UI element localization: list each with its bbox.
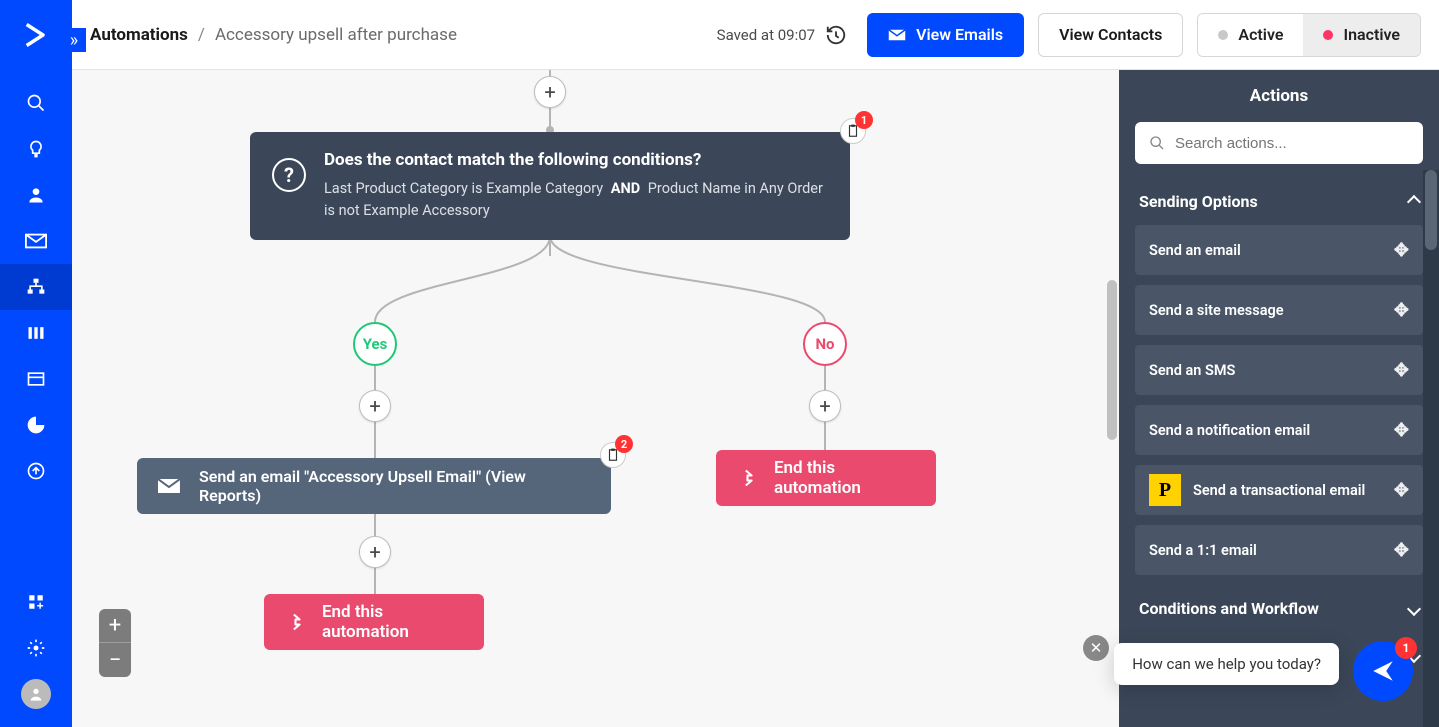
action-send-sms[interactable]: Send an SMS✥: [1135, 345, 1423, 395]
pie-icon: [26, 415, 46, 435]
actions-panel-title: Actions: [1119, 70, 1439, 122]
nav-automations[interactable]: [0, 264, 72, 310]
question-icon: ?: [272, 158, 306, 192]
envelope-icon: [25, 233, 47, 249]
move-icon: ✥: [1394, 480, 1409, 501]
nav-settings[interactable]: [0, 625, 72, 671]
breadcrumb: Automations / Accessory upsell after pur…: [90, 25, 457, 45]
canvas-scrollbar[interactable]: [1105, 70, 1119, 727]
chat-close-button[interactable]: ✕: [1083, 635, 1109, 661]
condition-title: Does the contact match the following con…: [324, 150, 826, 170]
send-email-node[interactable]: Send an email "Accessory Upsell Email" (…: [137, 458, 611, 514]
nav-upgrade[interactable]: [0, 448, 72, 494]
nav-deals[interactable]: [0, 310, 72, 356]
add-step-no[interactable]: +: [809, 390, 841, 422]
gear-icon: [26, 638, 46, 658]
left-nav: »: [0, 0, 72, 727]
condition-badge[interactable]: 1: [840, 118, 866, 144]
end-automation-node-no[interactable]: End this automation: [716, 450, 936, 506]
history-icon[interactable]: [825, 24, 847, 46]
actions-search-input[interactable]: [1175, 135, 1409, 152]
move-icon: ✥: [1394, 540, 1409, 561]
actions-panel-scrollbar[interactable]: [1423, 170, 1439, 727]
lightbulb-icon: [26, 139, 46, 159]
chat-badge: 1: [1395, 637, 1417, 659]
action-send-site-message[interactable]: Send a site message✥: [1135, 285, 1423, 335]
view-emails-button[interactable]: View Emails: [867, 13, 1024, 57]
zoom-controls: + −: [99, 609, 131, 677]
envelope-icon: [888, 28, 906, 42]
move-icon: ✥: [1394, 300, 1409, 321]
apps-icon: [27, 593, 45, 611]
no-branch[interactable]: No: [803, 322, 847, 366]
saved-status: Saved at 09:07: [717, 24, 847, 46]
action-send-one-to-one-email[interactable]: Send a 1:1 email✥: [1135, 525, 1423, 575]
actions-panel: Actions Sending Options Send an email✥ S…: [1119, 70, 1439, 727]
email-node-badge[interactable]: 2: [600, 442, 626, 468]
breadcrumb-current: Accessory upsell after purchase: [215, 25, 457, 45]
activecampaign-logo-icon: [22, 21, 50, 49]
avatar: [21, 679, 51, 709]
expand-sidebar-icon[interactable]: »: [62, 28, 86, 52]
action-send-notification-email[interactable]: Send a notification email✥: [1135, 405, 1423, 455]
end-icon: [740, 467, 760, 489]
up-arrow-circle-icon: [26, 461, 46, 481]
action-send-transactional-email[interactable]: PSend a transactional email✥: [1135, 465, 1423, 515]
yes-branch[interactable]: Yes: [353, 322, 397, 366]
chat-prompt[interactable]: How can we help you today?: [1114, 643, 1339, 685]
add-step-top[interactable]: +: [534, 76, 566, 108]
nav-search[interactable]: [0, 80, 72, 126]
person-icon: [26, 185, 46, 205]
envelope-icon: [157, 477, 181, 495]
zoom-out-button[interactable]: −: [99, 643, 131, 677]
toggle-inactive[interactable]: Inactive: [1303, 14, 1420, 56]
section-sending-options[interactable]: Sending Options: [1119, 178, 1439, 225]
move-icon: ✥: [1394, 420, 1409, 441]
nav-campaigns[interactable]: [0, 218, 72, 264]
breadcrumb-root[interactable]: Automations: [90, 25, 188, 45]
view-contacts-button[interactable]: View Contacts: [1038, 13, 1183, 57]
chat-fab[interactable]: 1: [1353, 641, 1413, 701]
nav-lists[interactable]: [0, 356, 72, 402]
zoom-in-button[interactable]: +: [99, 609, 131, 643]
end-icon: [288, 611, 308, 633]
end-automation-node-yes[interactable]: End this automation: [264, 594, 484, 650]
nav-apps[interactable]: [0, 579, 72, 625]
columns-icon: [26, 323, 46, 343]
add-step-yes[interactable]: +: [359, 390, 391, 422]
send-icon: [1370, 658, 1396, 684]
postmark-icon: P: [1149, 474, 1181, 506]
search-icon: [26, 93, 46, 113]
condition-node[interactable]: ? Does the contact match the following c…: [250, 132, 850, 240]
automation-icon: [26, 277, 46, 297]
section-conditions-workflow[interactable]: Conditions and Workflow: [1119, 585, 1439, 632]
nav-profile[interactable]: [0, 671, 72, 717]
chevron-down-icon: [1407, 601, 1421, 615]
status-toggle: Active Inactive: [1197, 13, 1421, 57]
move-icon: ✥: [1394, 360, 1409, 381]
nav-contacts[interactable]: [0, 172, 72, 218]
add-step-after-email[interactable]: +: [359, 536, 391, 568]
toggle-active[interactable]: Active: [1198, 14, 1303, 56]
nav-reports[interactable]: [0, 402, 72, 448]
chevron-up-icon: [1407, 194, 1421, 208]
condition-body: Last Product Category is Example Categor…: [324, 178, 826, 222]
window-icon: [26, 369, 46, 389]
topbar: Automations / Accessory upsell after pur…: [72, 0, 1439, 70]
action-send-email[interactable]: Send an email✥: [1135, 225, 1423, 275]
nav-ideas[interactable]: [0, 126, 72, 172]
move-icon: ✥: [1394, 240, 1409, 261]
search-icon: [1149, 135, 1165, 151]
automation-canvas[interactable]: + ? Does the contact match the following…: [72, 70, 1119, 727]
actions-search[interactable]: [1135, 122, 1423, 164]
